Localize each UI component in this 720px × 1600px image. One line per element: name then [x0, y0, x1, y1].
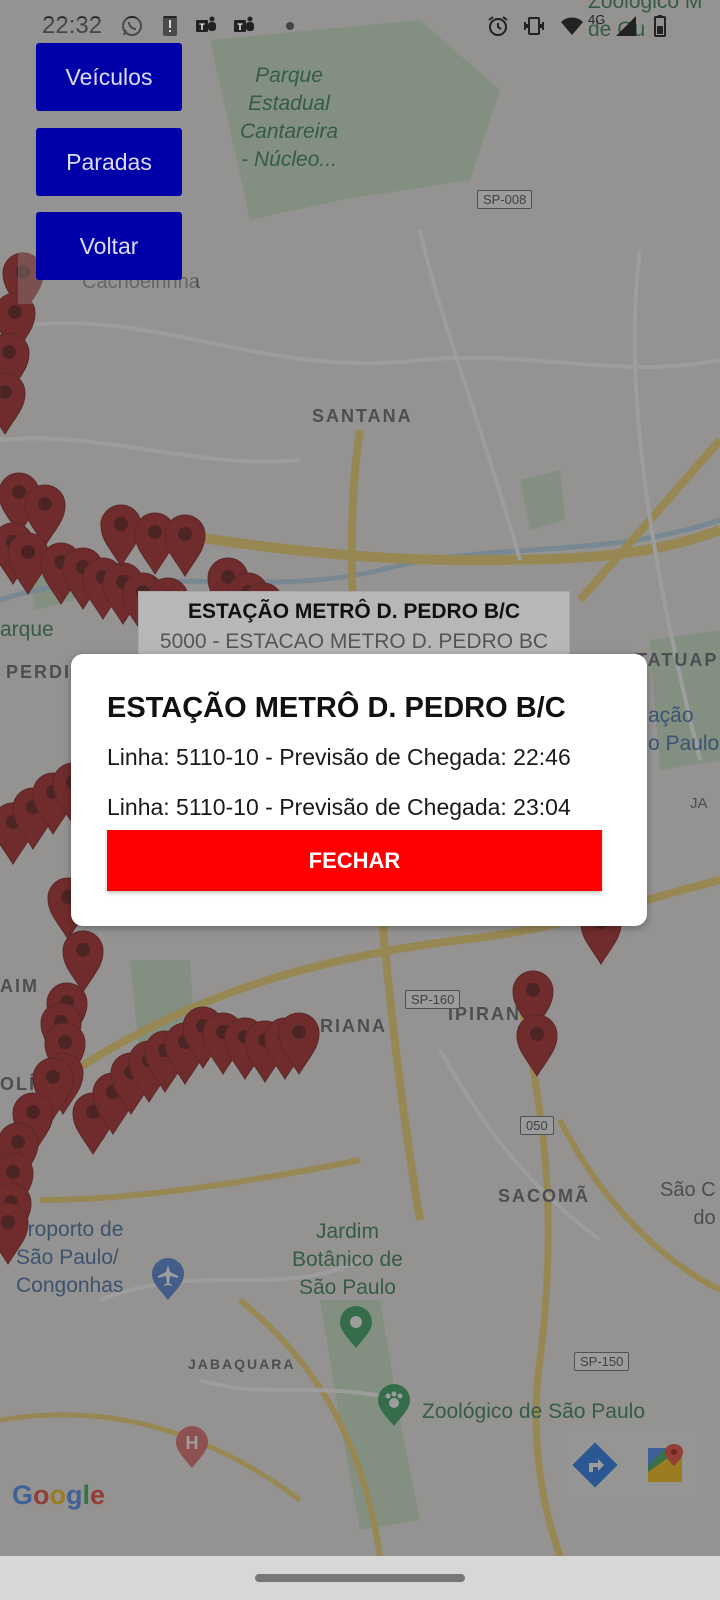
teams-icon: T [196, 16, 216, 32]
vibrate-icon [524, 17, 544, 35]
home-gesture-handle[interactable] [255, 1574, 465, 1582]
arrival-line-1: Linha: 5110-10 - Previsão de Chegada: 22… [107, 744, 571, 770]
arrival-line-2: Linha: 5110-10 - Previsão de Chegada: 23… [107, 794, 571, 820]
svg-text:T: T [237, 22, 243, 32]
svg-text:T: T [199, 22, 205, 32]
dialog-title: ESTAÇÃO METRÔ D. PEDRO B/C [107, 692, 566, 724]
stops-button[interactable]: Paradas [36, 128, 182, 196]
dot-icon [286, 22, 294, 30]
side-menu: Veículos Paradas Voltar [18, 18, 196, 304]
navigation-bar [0, 1556, 720, 1600]
alarm-icon [488, 16, 508, 36]
arrival-dialog: ESTAÇÃO METRÔ D. PEDRO B/C Linha: 5110-1… [71, 654, 647, 926]
close-button[interactable]: FECHAR [107, 830, 602, 891]
network-type: 4G [588, 12, 606, 27]
back-button[interactable]: Voltar [36, 212, 182, 280]
callout-subtitle: 5000 - ESTACAO METRO D. PEDRO BC [159, 630, 549, 653]
teams-icon-2: T [234, 16, 254, 32]
callout-title: ESTAÇÃO METRÔ D. PEDRO B/C [187, 600, 521, 623]
wifi-icon [561, 17, 583, 35]
vehicles-button[interactable]: Veículos [36, 43, 182, 111]
battery-icon [654, 15, 666, 37]
signal-icon [616, 16, 636, 36]
